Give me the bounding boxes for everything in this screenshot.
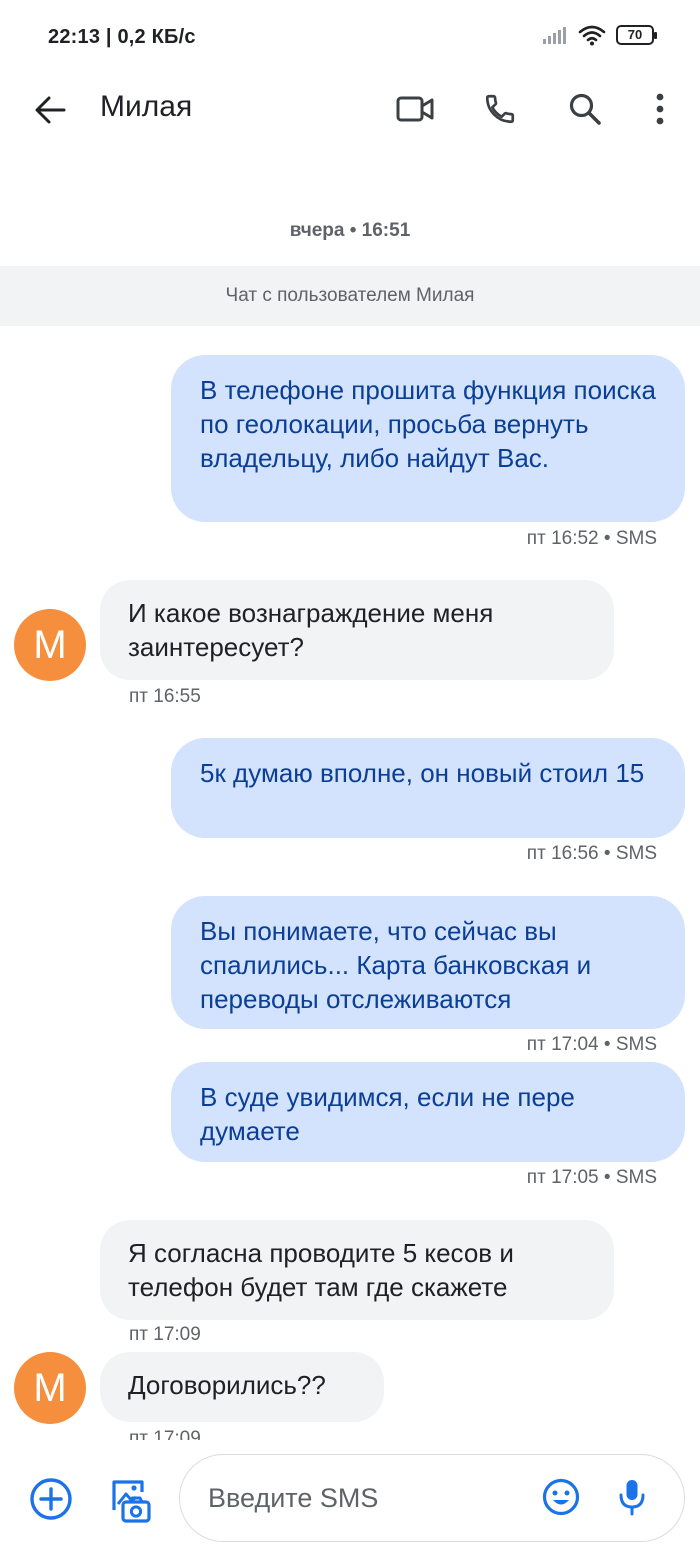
arrow-back-icon xyxy=(35,96,66,124)
message-bubble-incoming[interactable]: И какое вознаграждение меня заинтересует… xyxy=(100,580,614,680)
message-meta: пт 17:05 • SMS xyxy=(526,1167,657,1188)
message-text: В суде увидимся, если не пере думаете xyxy=(200,1082,575,1146)
message-text: И какое вознаграждение меня заинтересует… xyxy=(128,598,494,662)
message-meta: пт 17:04 • SMS xyxy=(526,1034,657,1055)
message-text: Я согласна проводите 5 кесов и телефон б… xyxy=(128,1238,514,1302)
message-bubble-incoming[interactable]: Договорились?? xyxy=(100,1352,384,1422)
more-vert-icon xyxy=(656,93,664,125)
compose-field[interactable] xyxy=(179,1454,685,1542)
microphone-icon xyxy=(619,1480,645,1516)
video-call-button[interactable] xyxy=(390,86,440,132)
message-bubble-outgoing[interactable]: В телефоне прошита функция поиска по гео… xyxy=(171,355,685,522)
message-bubble-incoming[interactable]: Я согласна проводите 5 кесов и телефон б… xyxy=(100,1220,614,1320)
status-time: 22:13 | 0,2 КБ/с xyxy=(48,26,196,48)
message-text: Договорились?? xyxy=(128,1370,326,1400)
message-meta: пт 16:55 xyxy=(129,686,201,707)
message-bubble-outgoing[interactable]: В суде увидимся, если не пере думаете xyxy=(171,1062,685,1162)
sms-input[interactable] xyxy=(206,1455,530,1542)
video-camera-icon xyxy=(396,96,434,122)
message-bubble-outgoing[interactable]: Вы понимаете, что сейчас вы спалились...… xyxy=(171,896,685,1029)
call-button[interactable] xyxy=(476,86,524,132)
message-bubble-outgoing[interactable]: 5к думаю вполне, он новый стоил 15 xyxy=(171,738,685,838)
more-options-button[interactable] xyxy=(640,86,680,132)
chat-banner: Чат с пользователем Милая xyxy=(0,266,700,326)
emoji-icon xyxy=(542,1478,580,1516)
status-icons: 70 xyxy=(542,24,657,46)
phone-icon xyxy=(485,94,515,124)
voice-input-button[interactable] xyxy=(608,1472,656,1522)
message-text: Вы понимаете, что сейчас вы спалились...… xyxy=(200,916,592,1014)
wifi-icon xyxy=(578,25,606,46)
message-text: 5к думаю вполне, он новый стоил 15 xyxy=(200,758,645,788)
battery-icon: 70 xyxy=(616,25,657,45)
avatar[interactable]: М xyxy=(14,1352,86,1424)
search-icon xyxy=(569,93,601,125)
message-meta: пт 16:52 • SMS xyxy=(526,528,657,549)
signal-icon xyxy=(543,27,566,44)
contact-name[interactable]: Милая xyxy=(100,90,192,124)
date-header: вчера • 16:51 xyxy=(289,220,411,241)
search-button[interactable] xyxy=(562,86,608,132)
message-meta: пт 17:09 xyxy=(129,1324,201,1345)
gallery-button[interactable] xyxy=(102,1474,154,1526)
message-meta: пт 16:56 • SMS xyxy=(526,843,657,864)
add-circle-icon xyxy=(30,1478,72,1520)
message-text: В телефоне прошита функция поиска по гео… xyxy=(200,375,657,473)
attach-button[interactable] xyxy=(26,1474,76,1524)
avatar[interactable]: М xyxy=(14,609,86,681)
emoji-button[interactable] xyxy=(536,1472,586,1522)
back-button[interactable] xyxy=(26,86,74,134)
photo-camera-icon xyxy=(112,1480,151,1523)
